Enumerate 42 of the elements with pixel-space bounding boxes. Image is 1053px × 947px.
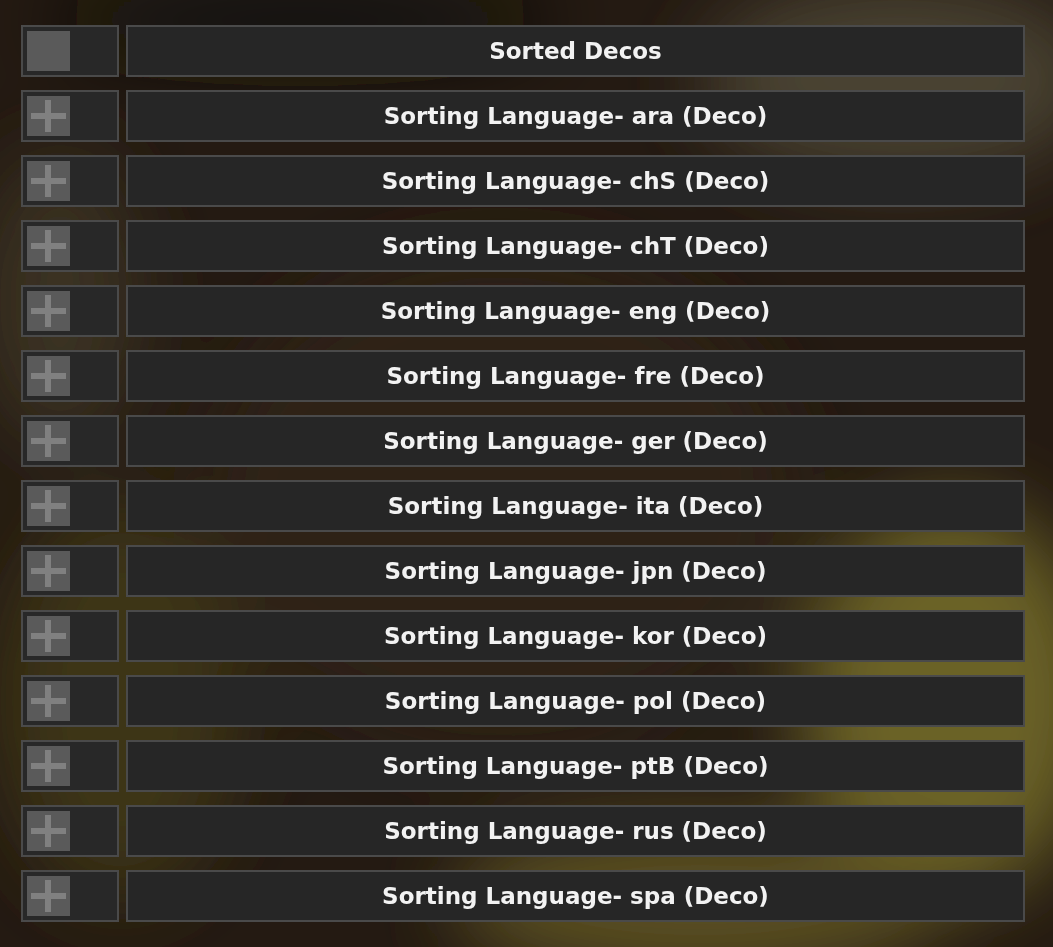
- square-icon: [27, 31, 70, 71]
- list-item[interactable]: Sorting Language- rus (Deco): [126, 805, 1025, 857]
- plus-icon: [27, 421, 70, 461]
- toggle-button[interactable]: [21, 220, 119, 272]
- list-item[interactable]: Sorted Decos: [126, 25, 1025, 77]
- plus-icon: [27, 876, 70, 916]
- toggle-button[interactable]: [21, 155, 119, 207]
- list-item[interactable]: Sorting Language- chS (Deco): [126, 155, 1025, 207]
- plus-icon: [27, 226, 70, 266]
- list-item[interactable]: Sorting Language- ptB (Deco): [126, 740, 1025, 792]
- plus-icon: [27, 681, 70, 721]
- toggle-button[interactable]: [21, 870, 119, 922]
- plus-icon: [27, 616, 70, 656]
- list-item[interactable]: Sorting Language- spa (Deco): [126, 870, 1025, 922]
- list-item[interactable]: Sorting Language- ger (Deco): [126, 415, 1025, 467]
- plus-icon: [27, 551, 70, 591]
- list-item[interactable]: Sorting Language- jpn (Deco): [126, 545, 1025, 597]
- plus-icon: [27, 811, 70, 851]
- toggle-button[interactable]: [21, 480, 119, 532]
- toggle-button[interactable]: [21, 740, 119, 792]
- list-item[interactable]: Sorting Language- eng (Deco): [126, 285, 1025, 337]
- plus-icon: [27, 486, 70, 526]
- toggle-button[interactable]: [21, 545, 119, 597]
- toggle-button[interactable]: [21, 610, 119, 662]
- list-item[interactable]: Sorting Language- kor (Deco): [126, 610, 1025, 662]
- toggle-button[interactable]: [21, 350, 119, 402]
- toggle-button[interactable]: [21, 285, 119, 337]
- plus-icon: [27, 356, 70, 396]
- plus-icon: [27, 161, 70, 201]
- list-item[interactable]: Sorting Language- ita (Deco): [126, 480, 1025, 532]
- list-item[interactable]: Sorting Language- pol (Deco): [126, 675, 1025, 727]
- toggle-button[interactable]: [21, 675, 119, 727]
- plus-icon: [27, 746, 70, 786]
- plus-icon: [27, 291, 70, 331]
- toggle-button[interactable]: [21, 25, 119, 77]
- list-item[interactable]: Sorting Language- chT (Deco): [126, 220, 1025, 272]
- toggle-button[interactable]: [21, 90, 119, 142]
- toggle-button[interactable]: [21, 805, 119, 857]
- list-item[interactable]: Sorting Language- ara (Deco): [126, 90, 1025, 142]
- list-item[interactable]: Sorting Language- fre (Deco): [126, 350, 1025, 402]
- plus-icon: [27, 96, 70, 136]
- toggle-button[interactable]: [21, 415, 119, 467]
